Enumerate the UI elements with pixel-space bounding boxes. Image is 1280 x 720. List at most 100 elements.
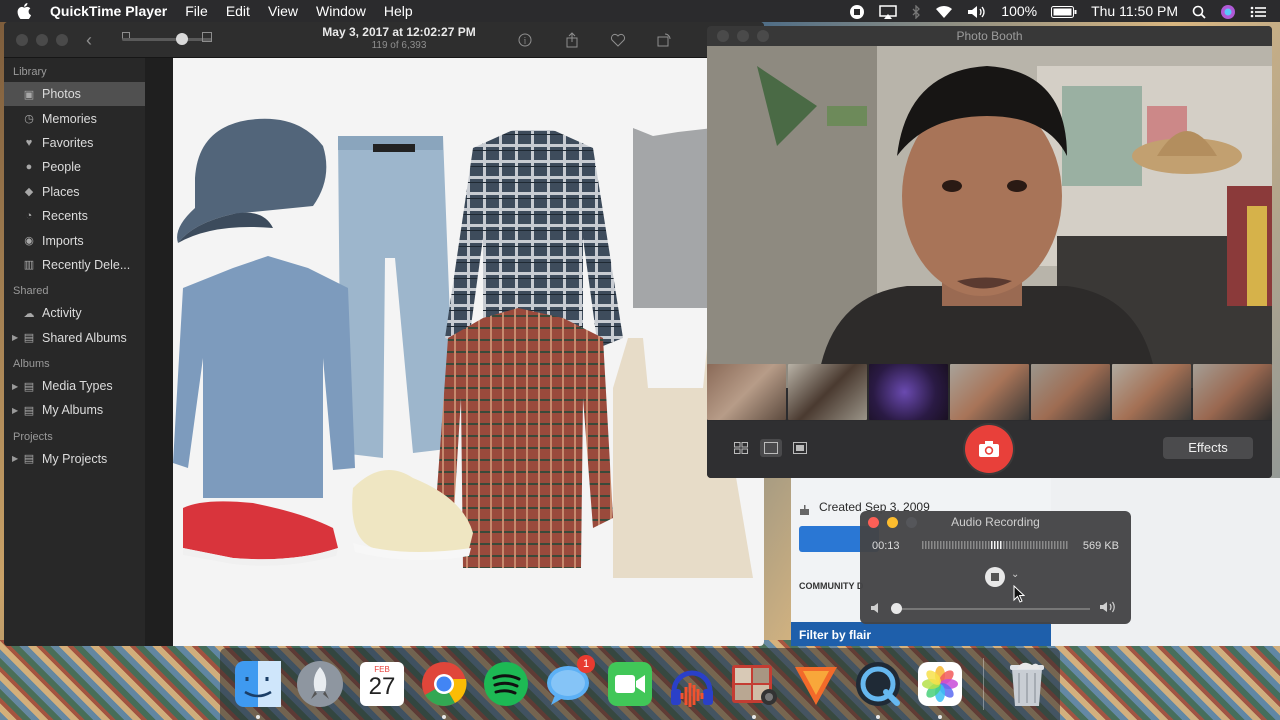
- clock[interactable]: Thu 11:50 PM: [1091, 3, 1178, 19]
- sidebar-item-label: Photos: [42, 87, 81, 102]
- level-meter-tick: [943, 541, 945, 549]
- menu-app-name[interactable]: QuickTime Player: [48, 3, 176, 19]
- window-controls: [16, 34, 68, 46]
- effects-button[interactable]: Effects: [1163, 437, 1253, 459]
- dock-quicktime[interactable]: [849, 655, 907, 719]
- rotate-icon[interactable]: [651, 30, 677, 50]
- photo-thumbnail[interactable]: [950, 364, 1029, 420]
- close-button[interactable]: [717, 30, 729, 42]
- favorite-heart-icon[interactable]: [605, 30, 631, 50]
- dock-photos[interactable]: [911, 655, 969, 719]
- dock-finder[interactable]: [229, 655, 287, 719]
- apple-menu-icon[interactable]: [0, 3, 48, 19]
- menu-window[interactable]: Window: [307, 3, 375, 19]
- spotlight-search-icon[interactable]: [1192, 3, 1206, 19]
- dock-chrome[interactable]: [415, 655, 473, 719]
- sidebar-item-photos[interactable]: ▣ Photos: [4, 82, 145, 107]
- volume-high-icon: [1099, 600, 1119, 619]
- trash-icon: ▥: [23, 259, 35, 272]
- level-meter-tick: [1027, 541, 1029, 549]
- window-controls: [717, 30, 769, 42]
- volume-slider[interactable]: [894, 608, 1090, 610]
- disclosure-triangle-icon[interactable]: ▶: [12, 333, 18, 342]
- map-pin-icon: ◆: [24, 186, 34, 199]
- airplay-icon[interactable]: [879, 3, 898, 20]
- back-chevron-icon[interactable]: ‹: [86, 30, 92, 51]
- dock-calendar[interactable]: FEB 27: [353, 655, 411, 713]
- disclosure-triangle-icon[interactable]: ▶: [12, 382, 18, 391]
- level-meter-tick: [1042, 541, 1044, 549]
- options-chevron-down-icon[interactable]: ⌄: [1011, 569, 1019, 580]
- level-meter-tick: [1054, 541, 1056, 549]
- level-meter-tick: [991, 541, 993, 549]
- volume-icon[interactable]: [967, 3, 987, 19]
- photo-thumbnail[interactable]: [707, 364, 786, 420]
- filter-by-flair[interactable]: Filter by flair: [791, 622, 1051, 646]
- sidebar-item-people[interactable]: ● People: [4, 155, 145, 179]
- photo-thumbnail[interactable]: [1193, 364, 1272, 420]
- sidebar-item-recents[interactable]: ◔ Recents: [4, 204, 145, 228]
- info-icon[interactable]: i: [512, 30, 538, 50]
- stop-recording-button[interactable]: [985, 567, 1005, 587]
- sidebar-item-media-types[interactable]: ▶ ▤ Media Types: [4, 374, 145, 398]
- take-photo-button[interactable]: [965, 425, 1013, 473]
- zoom-slider-knob[interactable]: [176, 33, 188, 45]
- zoom-slider[interactable]: [122, 33, 212, 45]
- siri-icon[interactable]: [1220, 2, 1236, 19]
- dock-launchpad[interactable]: [291, 655, 349, 713]
- sidebar-item-recently-deleted[interactable]: ▥ Recently Dele...: [4, 253, 145, 277]
- sidebar-item-my-projects[interactable]: ▶ ▤ My Projects: [4, 447, 145, 471]
- sidebar-item-my-albums[interactable]: ▶ ▤ My Albums: [4, 398, 145, 422]
- minimize-button[interactable]: [36, 34, 48, 46]
- dock-spotify[interactable]: [477, 655, 535, 713]
- single-photo-layout-icon[interactable]: [760, 439, 782, 457]
- wifi-icon[interactable]: [935, 3, 953, 19]
- disclosure-triangle-icon[interactable]: ▶: [12, 406, 18, 415]
- photo-thumbnail[interactable]: [869, 364, 948, 420]
- community-label: COMMUNITY D: [799, 581, 864, 591]
- folder-icon: ▤: [23, 380, 35, 393]
- battery-percentage[interactable]: 100%: [1001, 3, 1037, 19]
- running-indicator: [876, 715, 880, 719]
- bluetooth-icon[interactable]: [911, 3, 921, 20]
- sidebar-item-places[interactable]: ◆ Places: [4, 180, 145, 204]
- sidebar-item-shared-albums[interactable]: ▶ ▤ Shared Albums: [4, 326, 145, 350]
- share-icon[interactable]: [559, 30, 585, 50]
- zoom-in-icon[interactable]: [202, 32, 212, 42]
- sidebar-item-favorites[interactable]: ♥ Favorites: [4, 131, 145, 155]
- menu-edit[interactable]: Edit: [217, 3, 259, 19]
- photo-thumbnail[interactable]: [1031, 364, 1110, 420]
- dock-audacity[interactable]: [663, 655, 721, 713]
- four-up-layout-icon[interactable]: [730, 439, 752, 457]
- sidebar-item-memories[interactable]: ◷ Memories: [4, 106, 145, 130]
- volume-slider-knob[interactable]: [891, 603, 902, 614]
- sidebar-item-label: Favorites: [42, 135, 94, 150]
- screen-recording-stop-icon[interactable]: [849, 2, 865, 19]
- dock-vectorize[interactable]: [787, 655, 845, 713]
- dock-facetime[interactable]: [601, 655, 659, 713]
- photo-thumbnail[interactable]: [788, 364, 867, 420]
- menu-help[interactable]: Help: [375, 3, 422, 19]
- battery-icon[interactable]: [1051, 3, 1077, 19]
- sidebar-header-albums: Albums: [13, 357, 50, 370]
- menu-view[interactable]: View: [259, 3, 307, 19]
- sidebar-item-label: Recents: [42, 209, 88, 224]
- photo-thumbnail-strip: [707, 364, 1272, 420]
- minimize-button[interactable]: [737, 30, 749, 42]
- file-size: 569 KB: [1082, 540, 1119, 552]
- video-layout-icon[interactable]: [789, 439, 811, 457]
- sidebar-item-activity[interactable]: ☁ Activity: [4, 301, 145, 325]
- close-button[interactable]: [16, 34, 28, 46]
- notification-center-icon[interactable]: [1250, 3, 1266, 19]
- dock-trash[interactable]: [998, 655, 1056, 713]
- zoom-button[interactable]: [56, 34, 68, 46]
- level-meter-tick: [988, 541, 990, 549]
- menu-file[interactable]: File: [176, 3, 217, 19]
- sidebar-item-imports[interactable]: ◉ Imports: [4, 228, 145, 252]
- dock-photo-booth[interactable]: [725, 655, 783, 719]
- zoom-button[interactable]: [757, 30, 769, 42]
- photo-thumbnail[interactable]: [1112, 364, 1191, 420]
- dock-messages[interactable]: 1: [539, 655, 597, 713]
- photo-viewer[interactable]: [173, 58, 764, 646]
- disclosure-triangle-icon[interactable]: ▶: [12, 454, 18, 463]
